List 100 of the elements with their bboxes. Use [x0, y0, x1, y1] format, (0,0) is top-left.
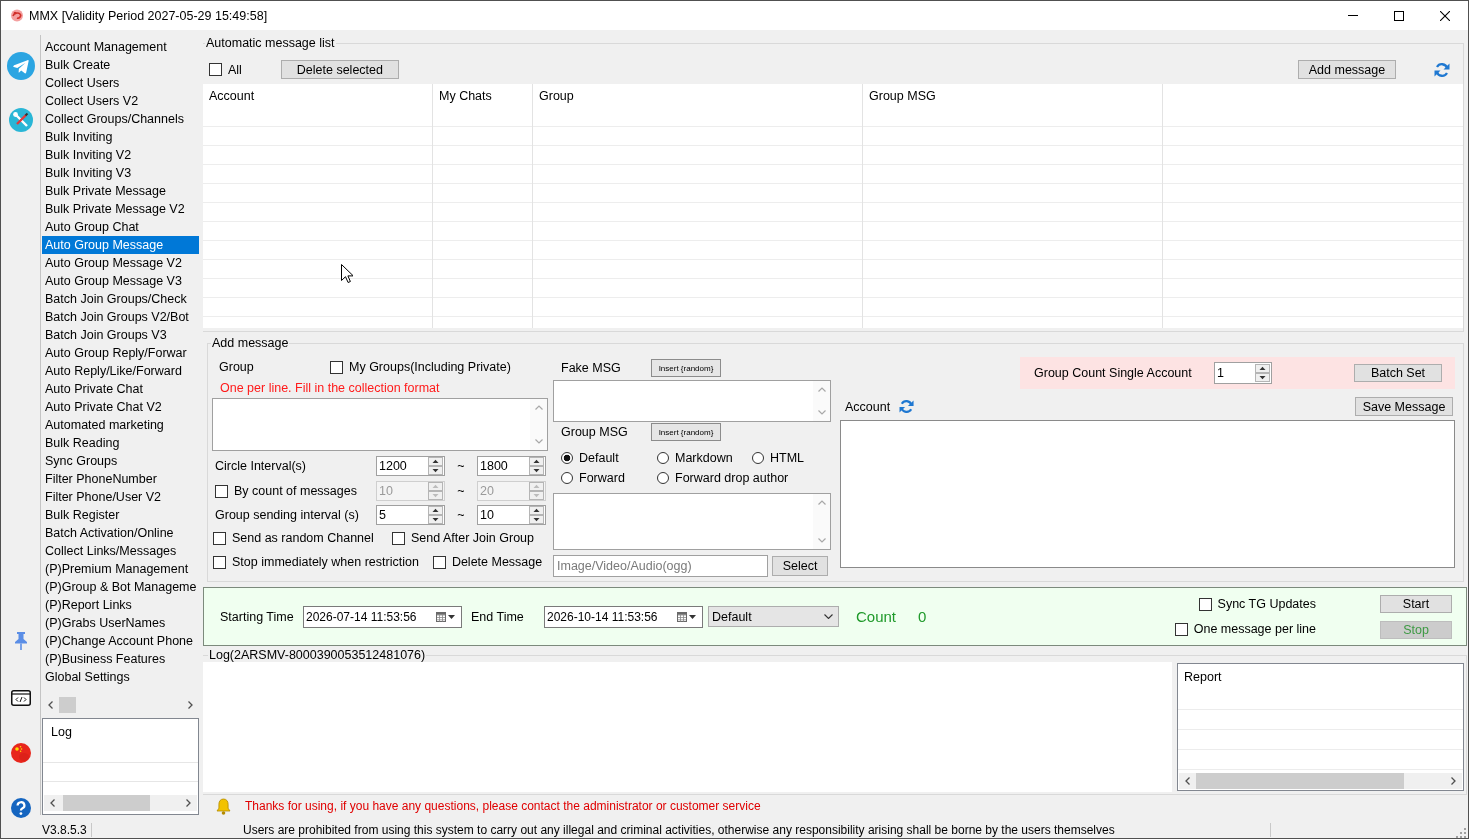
sidebar-item[interactable]: Collect Users — [42, 74, 199, 92]
checkbox[interactable] — [209, 63, 222, 76]
sidebar-item[interactable]: Batch Join Groups V3 — [42, 326, 199, 344]
scroll-left-icon[interactable] — [1185, 777, 1190, 785]
batch-set-button[interactable]: Batch Set — [1354, 364, 1442, 382]
date-field[interactable]: 2026-07-14 11:53:56 — [303, 605, 462, 628]
sidebar-item[interactable]: Bulk Register — [42, 506, 199, 524]
sidebar-item[interactable]: (P)Change Account Phone — [42, 632, 199, 650]
number-field[interactable]: 10 — [477, 505, 546, 525]
scroll-left-icon[interactable] — [50, 799, 55, 807]
sidebar-item[interactable]: (P)Premium Management — [42, 560, 199, 578]
sidebar-item[interactable]: Bulk Reading — [42, 434, 199, 452]
number-field[interactable]: 1800 — [477, 456, 546, 476]
caret-icon[interactable] — [689, 614, 696, 619]
checkbox[interactable] — [432, 555, 446, 569]
spin-down-button[interactable] — [1255, 373, 1270, 382]
save-message-button[interactable]: Save Message — [1355, 397, 1453, 416]
sidebar-item[interactable]: Auto Group Reply/Forwar — [42, 344, 199, 362]
close-icon[interactable] — [1440, 10, 1450, 21]
radio-button[interactable] — [752, 452, 764, 464]
sidebar-item[interactable]: Auto Group Message V3 — [42, 272, 199, 290]
sidebar-item[interactable]: (P)Group & Bot Manageme — [42, 578, 199, 596]
sidebar-item[interactable]: Batch Join Groups/Check — [42, 290, 199, 308]
delete-selected-button[interactable]: Delete selected — [280, 60, 399, 79]
message-table[interactable]: Account My Chats Group Group MSG — [203, 84, 1463, 328]
radio-button[interactable] — [561, 452, 573, 464]
column-header[interactable]: Group MSG — [863, 84, 1162, 108]
sidebar-item[interactable]: Sync Groups — [42, 452, 199, 470]
spin-down-button[interactable] — [428, 466, 443, 475]
column-header[interactable]: Account — [203, 84, 432, 108]
scroll-right-icon[interactable] — [1451, 777, 1456, 785]
date-field[interactable]: 2026-10-14 11:53:56 — [544, 605, 703, 628]
radio-button[interactable] — [657, 472, 669, 484]
scroll-right-icon[interactable] — [186, 799, 191, 807]
column-header[interactable]: My Chats — [433, 84, 532, 108]
checkbox[interactable] — [392, 531, 405, 545]
checkbox[interactable] — [1198, 597, 1212, 611]
number-field[interactable]: 1 — [1214, 362, 1272, 384]
resize-grip-icon[interactable] — [1456, 827, 1466, 838]
scroll-left-icon[interactable] — [48, 701, 53, 709]
refresh-icon[interactable] — [1434, 61, 1450, 78]
checkbox[interactable] — [1174, 622, 1188, 636]
text-area[interactable] — [553, 380, 831, 422]
sidebar-item[interactable]: (P)Grabs UserNames — [42, 614, 199, 632]
horizontal-scrollbar[interactable] — [44, 795, 197, 811]
scrollbar-thumb[interactable] — [59, 697, 76, 713]
calendar-icon[interactable] — [436, 611, 446, 622]
checkbox[interactable] — [213, 555, 226, 569]
paper-plane-icon[interactable] — [6, 52, 35, 80]
code-window-icon[interactable] — [10, 690, 31, 706]
column-header[interactable]: Group — [533, 84, 862, 108]
run-button[interactable]: Start — [1380, 594, 1452, 613]
spin-up-button[interactable] — [428, 457, 443, 466]
flag-icon[interactable] — [10, 743, 31, 763]
sidebar-item[interactable]: Filter Phone/User V2 — [42, 488, 199, 506]
sidebar-item[interactable]: Bulk Private Message V2 — [42, 200, 199, 218]
report-list[interactable]: Report — [1177, 663, 1464, 791]
checkbox[interactable] — [330, 360, 343, 374]
insert-random-button[interactable]: Insert {random} — [651, 423, 721, 441]
log-list[interactable]: Log — [42, 718, 199, 815]
sidebar-item[interactable]: Batch Join Groups V2/Bot — [42, 308, 199, 326]
text-area[interactable] — [212, 398, 548, 451]
spin-up-button[interactable] — [529, 506, 544, 515]
calendar-icon[interactable] — [677, 611, 687, 622]
sidebar-item[interactable]: Bulk Private Message — [42, 182, 199, 200]
spin-down-button[interactable] — [428, 515, 443, 524]
spin-down-button[interactable] — [529, 515, 544, 524]
sidebar-item[interactable]: Auto Private Chat V2 — [42, 398, 199, 416]
sidebar-item[interactable]: Auto Private Chat — [42, 380, 199, 398]
sidebar-item[interactable]: Bulk Create — [42, 56, 199, 74]
help-icon[interactable] — [10, 798, 31, 818]
sidebar-item[interactable]: (P)Business Features — [42, 650, 199, 668]
sidebar-item[interactable]: Filter PhoneNumber — [42, 470, 199, 488]
maximize-icon[interactable] — [1394, 10, 1404, 21]
sidebar-item[interactable]: Auto Group Message — [42, 236, 199, 254]
mode-dropdown[interactable]: Default — [708, 606, 839, 627]
media-path-field[interactable]: Image/Video/Audio(ogg) — [553, 555, 768, 577]
checkbox[interactable] — [213, 531, 226, 545]
sidebar-item[interactable]: Auto Reply/Like/Forward — [42, 362, 199, 380]
spin-up-button[interactable] — [529, 457, 544, 466]
caret-icon[interactable] — [448, 614, 455, 619]
text-area[interactable] — [553, 493, 831, 550]
number-field[interactable]: 5 — [376, 505, 445, 525]
sidebar-item[interactable]: Global Settings — [42, 668, 199, 686]
sidebar-item[interactable]: (P)Report Links — [42, 596, 199, 614]
sidebar-item[interactable]: Auto Group Message V2 — [42, 254, 199, 272]
sidebar-item[interactable]: Collect Links/Messages — [42, 542, 199, 560]
select-button[interactable]: Select — [772, 556, 828, 576]
refresh-icon[interactable] — [899, 399, 915, 414]
scroll-right-icon[interactable] — [188, 701, 193, 709]
spin-down-button[interactable] — [529, 466, 544, 475]
spin-up-button[interactable] — [1255, 364, 1270, 373]
scrollbar-thumb[interactable] — [1196, 773, 1404, 789]
spin-up-button[interactable] — [428, 506, 443, 515]
sidebar-item[interactable]: Bulk Inviting — [42, 128, 199, 146]
caret-icon[interactable] — [824, 614, 833, 619]
horizontal-scrollbar[interactable] — [1179, 773, 1462, 789]
insert-random-button[interactable]: Insert {random} — [651, 359, 721, 377]
sidebar-item[interactable]: Bulk Inviting V3 — [42, 164, 199, 182]
sidebar-item[interactable]: Auto Group Chat — [42, 218, 199, 236]
